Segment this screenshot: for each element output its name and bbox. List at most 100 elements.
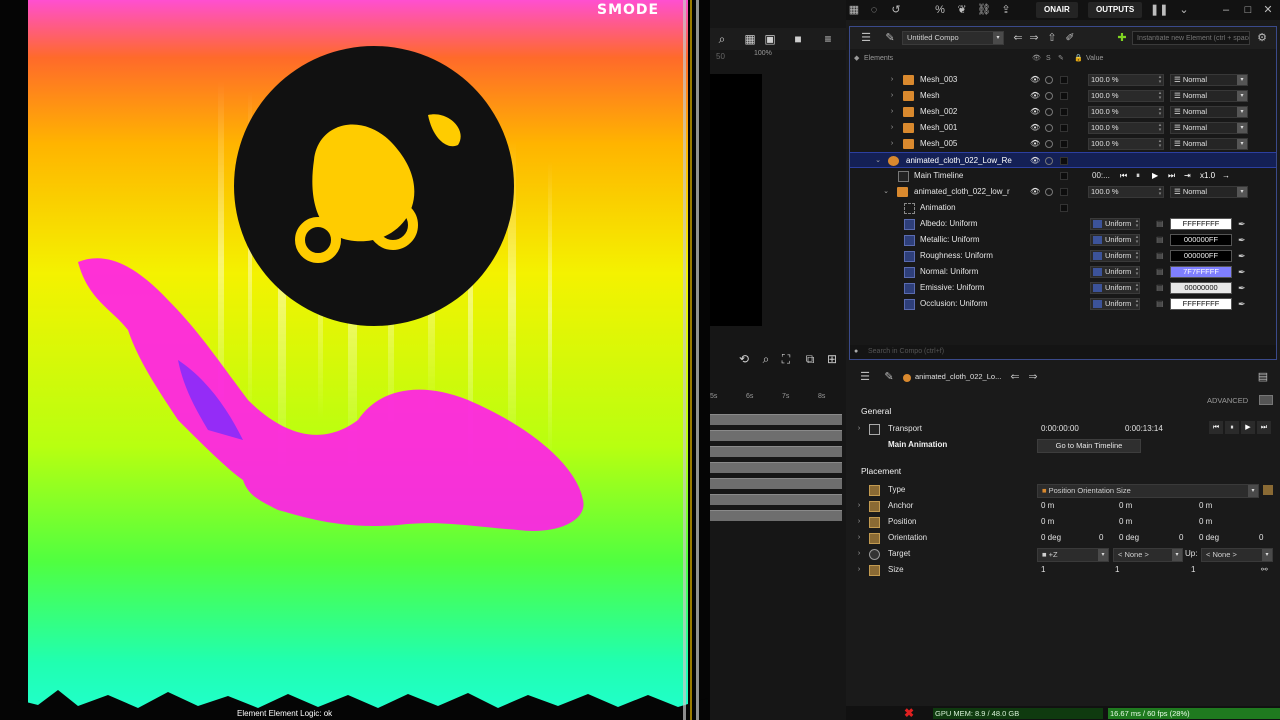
list-icon[interactable]: ▤ xyxy=(1156,296,1164,312)
play-icon[interactable]: ▶ xyxy=(1241,421,1255,434)
tree-row-mesh[interactable]: › Mesh_005 👁 100.0 % ▴ ▾ ☰ Normal ▾ xyxy=(850,136,1276,152)
tree-row-selected[interactable]: ⌄ animated_cloth_022_Low_Re 👁 xyxy=(850,152,1276,168)
lock-box[interactable] xyxy=(1060,124,1068,132)
list-icon[interactable]: ▤ xyxy=(1156,232,1164,248)
timeline-track[interactable] xyxy=(710,510,842,521)
settings-icon[interactable]: ⚙ xyxy=(1254,30,1270,46)
play-icon[interactable]: ▶ xyxy=(1152,168,1158,184)
close-icon[interactable]: ✕ xyxy=(1260,2,1276,18)
preview-area[interactable] xyxy=(710,74,762,326)
new-element-input[interactable] xyxy=(1132,31,1250,45)
pause-icon[interactable]: ⏸ xyxy=(1225,421,1239,434)
color-value[interactable]: 7F7FFFFF xyxy=(1170,266,1232,278)
chevron-right-icon[interactable]: › xyxy=(888,88,896,104)
blend-mode-select[interactable]: ☰ Normal ▾ xyxy=(1170,74,1248,86)
tree-row-child[interactable]: ⌄ animated_cloth_022_low_r 👁 100.0 % ▴ ▾ ☰… xyxy=(850,184,1276,200)
timeline-zoom-icon[interactable]: ⌕ xyxy=(758,351,774,367)
tree-row-material[interactable]: Occlusion: Uniform Uniform ▴ ▾ ▤ FFFFFFFF … xyxy=(850,296,1276,312)
eyedropper-icon[interactable]: ✒ xyxy=(1238,296,1246,312)
skip-back-icon[interactable]: ⏮ xyxy=(1209,421,1223,434)
lock-box[interactable] xyxy=(1060,157,1068,165)
eyedropper-icon[interactable]: ✒ xyxy=(1238,232,1246,248)
tree-row-material[interactable]: Normal: Uniform Uniform ▴ ▾ ▤ 7F7FFFFF ✒ xyxy=(850,264,1276,280)
solo-dot[interactable] xyxy=(1045,92,1053,100)
tree-row-animation[interactable]: Animation xyxy=(850,200,1276,216)
timeline-track[interactable] xyxy=(710,430,842,441)
mode-select[interactable]: Uniform ▴ ▾ xyxy=(1090,266,1140,278)
pin-icon[interactable]: ✎ xyxy=(881,369,897,385)
target-axis-select[interactable]: ■ +Z ▾ xyxy=(1037,548,1109,562)
lock-box[interactable] xyxy=(1060,92,1068,100)
export-icon[interactable]: ⇪ xyxy=(998,2,1014,18)
timeline-track[interactable] xyxy=(710,494,842,505)
menu-icon[interactable]: ≡ xyxy=(820,31,836,47)
forward-icon[interactable]: ⇒ xyxy=(1025,369,1041,385)
tree-row-mesh[interactable]: › Mesh 👁 100.0 % ▴ ▾ ☰ Normal ▾ xyxy=(850,88,1276,104)
tree-row-material[interactable]: Metallic: Uniform Uniform ▴ ▾ ▤ 000000FF ✒ xyxy=(850,232,1276,248)
opacity-field[interactable]: 100.0 % ▴ ▾ xyxy=(1088,90,1164,102)
anchor-y[interactable]: 0 m xyxy=(1119,498,1132,514)
color-value[interactable]: 000000FF xyxy=(1170,234,1232,246)
timeline-track[interactable] xyxy=(710,414,842,425)
image-icon[interactable]: ▣ xyxy=(762,31,778,47)
advanced-toggle[interactable] xyxy=(1259,395,1273,405)
chevron-down-icon[interactable]: ⌄ xyxy=(1176,2,1192,18)
eyedropper-icon[interactable]: ✒ xyxy=(1238,280,1246,296)
skip-back-icon[interactable]: ⏮ xyxy=(1120,168,1127,184)
timeline-track[interactable] xyxy=(710,462,842,473)
up-icon[interactable]: ⇧ xyxy=(1044,30,1060,46)
eyedropper-icon[interactable]: ✒ xyxy=(1238,248,1246,264)
tree-row-material[interactable]: Emissive: Uniform Uniform ▴ ▾ ▤ 00000000 ✒ xyxy=(850,280,1276,296)
solo-dot[interactable] xyxy=(1045,76,1053,84)
solo-dot[interactable] xyxy=(1045,108,1053,116)
chevron-right-icon[interactable]: › xyxy=(888,136,896,152)
speed-value[interactable]: x1.0 xyxy=(1200,168,1215,184)
visibility-eye-icon[interactable]: 👁 xyxy=(1030,120,1040,136)
timeline-options-icon[interactable]: ⊞ xyxy=(824,351,840,367)
lock-box[interactable] xyxy=(1060,140,1068,148)
timeline-track[interactable] xyxy=(710,446,842,457)
chevron-right-icon[interactable]: › xyxy=(855,562,863,578)
size-y[interactable]: 1 xyxy=(1115,562,1119,578)
eyedropper-icon[interactable]: ✒ xyxy=(1238,216,1246,232)
blend-mode-select[interactable]: ☰ Normal ▾ xyxy=(1170,106,1248,118)
chevron-down-icon[interactable]: ⌄ xyxy=(882,184,890,200)
opacity-field[interactable]: 100.0 % ▴ ▾ xyxy=(1088,122,1164,134)
list-icon[interactable]: ▤ xyxy=(1156,264,1164,280)
type-select[interactable]: ■ Position Orientation Size ▾ xyxy=(1037,484,1259,498)
arrow-right-icon[interactable]: → xyxy=(1222,168,1230,184)
snap-icon[interactable]: ⧉ xyxy=(802,351,818,367)
back-icon[interactable]: ⇐ xyxy=(1010,30,1026,46)
link-icon[interactable]: ⛓ xyxy=(976,2,992,18)
anchor-z[interactable]: 0 m xyxy=(1199,498,1212,514)
viewport[interactable]: SMODE Element Element Logic: ok xyxy=(0,0,710,720)
mode-select[interactable]: Uniform ▴ ▾ xyxy=(1090,250,1140,262)
visibility-eye-icon[interactable]: 👁 xyxy=(1030,88,1040,104)
opacity-field[interactable]: 100.0 % ▴ ▾ xyxy=(1088,74,1164,86)
color-value[interactable]: 00000000 xyxy=(1170,282,1232,294)
position-y[interactable]: 0 m xyxy=(1119,514,1132,530)
compo-search[interactable]: ● Search in Compo (ctrl+f) xyxy=(850,345,1276,359)
back-icon[interactable]: ⇐ xyxy=(1007,369,1023,385)
link-icon[interactable]: ⚯ xyxy=(1261,562,1268,578)
solo-dot[interactable] xyxy=(1045,124,1053,132)
layout-icon[interactable]: ▦ xyxy=(846,2,862,18)
mode-select[interactable]: Uniform ▴ ▾ xyxy=(1090,234,1140,246)
chevron-right-icon[interactable]: › xyxy=(888,104,896,120)
history-icon[interactable]: ↺ xyxy=(888,2,904,18)
orientation-y[interactable]: 0 deg xyxy=(1119,530,1139,546)
loop-icon[interactable]: ⇥ xyxy=(1184,168,1191,184)
skip-forward-icon[interactable]: ⏭ xyxy=(1257,421,1271,434)
opacity-field[interactable]: 100.0 % ▴ ▾ xyxy=(1088,106,1164,118)
lock-box[interactable] xyxy=(1060,204,1068,212)
solo-dot[interactable] xyxy=(1045,140,1053,148)
up-select[interactable]: < None > ▾ xyxy=(1201,548,1273,562)
render-canvas[interactable] xyxy=(18,0,708,720)
grid-icon[interactable]: ▦ xyxy=(742,31,758,47)
solo-dot[interactable] xyxy=(1045,188,1053,196)
refresh-icon[interactable]: ◌ xyxy=(866,2,882,18)
chevron-right-icon[interactable]: › xyxy=(855,421,863,437)
error-icon[interactable]: ✖ xyxy=(904,706,914,720)
tree-row-mesh[interactable]: › Mesh_002 👁 100.0 % ▴ ▾ ☰ Normal ▾ xyxy=(850,104,1276,120)
lock-box[interactable] xyxy=(1060,172,1068,180)
